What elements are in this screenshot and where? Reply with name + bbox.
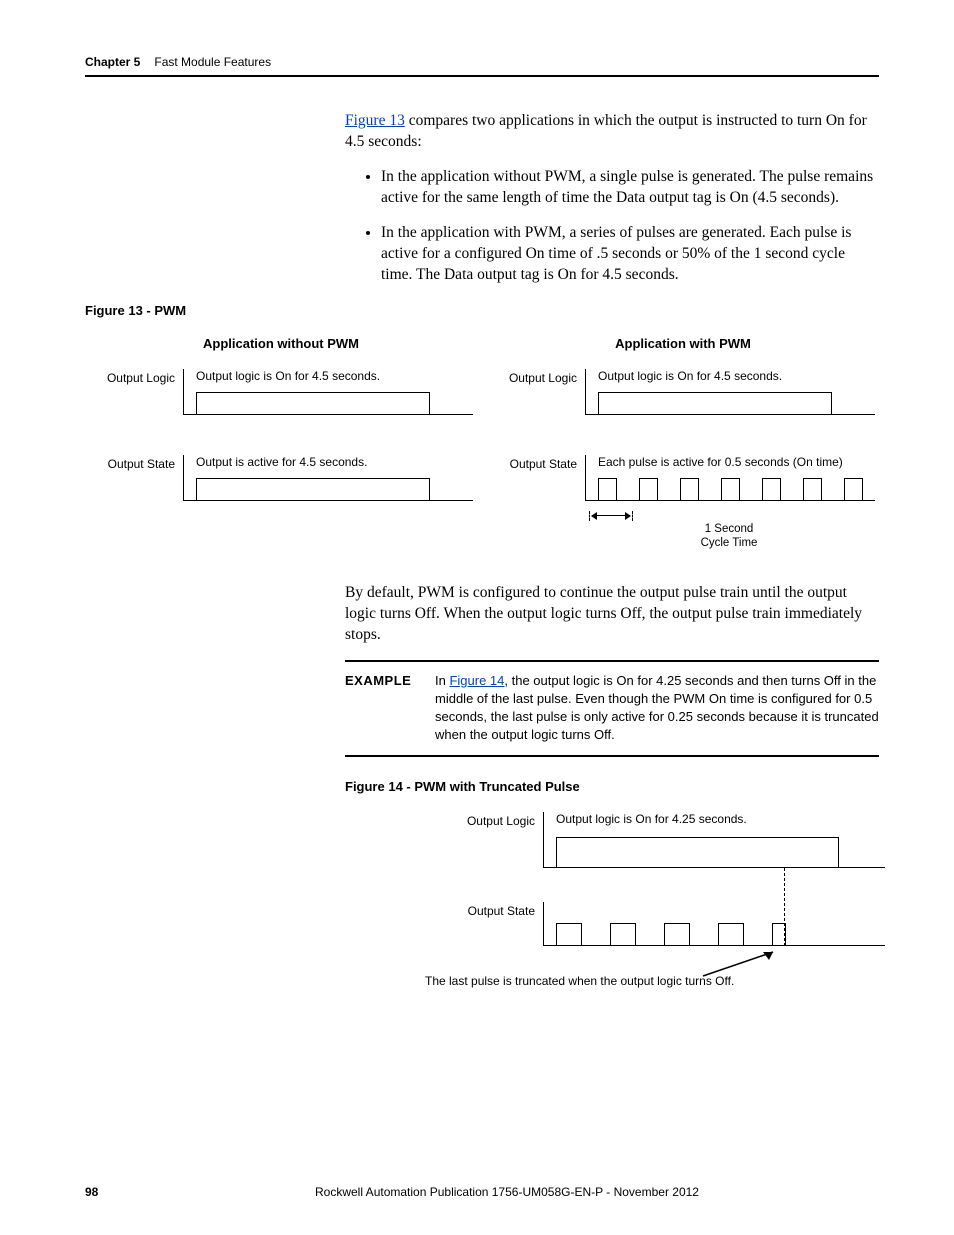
cycle-line1: 1 Second [589,523,869,537]
pulse-icon [844,478,863,501]
header-rule [85,75,879,77]
cycle-time-annotation: 1 Second Cycle Time [589,511,869,551]
figure-13-left: Application without PWM Output Logic Out… [95,336,467,547]
page-footer: 98 Rockwell Automation Publication 1756-… [85,1185,879,1199]
figure-13: Application without PWM Output Logic Out… [95,336,869,547]
fig14-logic-desc: Output logic is On for 4.25 seconds. [556,812,879,826]
figure-14-link[interactable]: Figure 14 [449,673,504,688]
cycle-line2: Cycle Time [589,537,869,551]
example-label: EXAMPLE [345,672,435,745]
fig13-right-state-row: Output State Each pulse is active for 0.… [497,455,869,501]
page: Chapter 5 Fast Module Features Figure 13… [0,0,954,1235]
chapter-title: Fast Module Features [154,55,271,69]
bullet-item: In the application with PWM, a series of… [381,223,879,286]
fig14-state-container: Output State [455,902,879,946]
pulse-icon [803,478,822,501]
fig14-logic-wave: Output logic is On for 4.25 seconds. [543,812,879,868]
figure-13-right: Application with PWM Output Logic Output… [497,336,869,547]
figure-13-link[interactable]: Figure 13 [345,112,405,129]
single-pulse-icon [196,392,430,415]
pulse-icon [718,923,744,946]
pulse-train-icon [598,478,863,501]
figure-14: Output Logic Output logic is On for 4.25… [455,812,879,988]
fig13-right-logic-wave: Output logic is On for 4.5 seconds. [585,369,869,415]
figure-14-caption: Figure 14 - PWM with Truncated Pulse [345,779,879,794]
publication-info: Rockwell Automation Publication 1756-UM0… [315,1185,879,1199]
default-pwm-paragraph: By default, PWM is configured to continu… [345,583,879,646]
output-logic-label: Output Logic [497,369,585,385]
fig13-right-title: Application with PWM [497,336,869,351]
baseline-icon [184,414,473,415]
truncation-note: The last pulse is truncated when the out… [425,974,734,988]
chapter-label: Chapter 5 [85,55,140,69]
single-pulse-icon [556,837,839,868]
pulse-icon [598,478,617,501]
example-text: In Figure 14, the output logic is On for… [435,672,879,745]
single-pulse-icon [598,392,832,415]
figure-13-caption: Figure 13 - PWM [85,303,879,318]
fig13-left-state-wave: Output is active for 4.5 seconds. [183,455,467,501]
double-arrow-icon [589,511,633,521]
pulse-train-icon [556,923,873,946]
pulse-icon [610,923,636,946]
page-number: 98 [85,1185,315,1199]
fig13-left-title: Application without PWM [95,336,467,351]
intro-rest: compares two applications in which the o… [345,112,867,150]
example-box: EXAMPLE In Figure 14, the output logic i… [345,660,879,757]
baseline-icon [586,414,875,415]
arrow-icon [695,946,815,980]
page-header: Chapter 5 Fast Module Features [85,55,879,69]
pulse-icon [680,478,699,501]
output-state-label: Output State [497,455,585,471]
output-logic-label: Output Logic [455,812,543,828]
bullet-item: In the application without PWM, a single… [381,167,879,209]
pulse-icon [721,478,740,501]
example-pre: In [435,673,449,688]
pulse-icon [664,923,690,946]
pulse-icon [639,478,658,501]
fig13-right-state-desc: Each pulse is active for 0.5 seconds (On… [598,455,869,469]
fig13-left-state-desc: Output is active for 4.5 seconds. [196,455,467,469]
truncated-pulse-icon [772,923,786,946]
single-pulse-icon [196,478,430,501]
fig14-state-row: Output State [455,902,879,946]
output-state-label: Output State [455,902,543,918]
fig13-right-logic-row: Output Logic Output logic is On for 4.5 … [497,369,869,415]
bullet-list: In the application without PWM, a single… [345,167,879,286]
pulse-icon [556,923,582,946]
fig13-right-logic-desc: Output logic is On for 4.5 seconds. [598,369,869,383]
baseline-icon [586,500,875,501]
fig13-left-state-row: Output State Output is active for 4.5 se… [95,455,467,501]
fig13-right-state-wave: Each pulse is active for 0.5 seconds (On… [585,455,869,501]
fig13-left-logic-wave: Output logic is On for 4.5 seconds. [183,369,467,415]
output-logic-label: Output Logic [95,369,183,385]
fig13-left-logic-row: Output Logic Output logic is On for 4.5 … [95,369,467,415]
pulse-icon [762,478,781,501]
para2-text: By default, PWM is configured to continu… [345,583,879,646]
intro-paragraph: Figure 13 compares two applications in w… [345,111,879,285]
baseline-icon [544,867,885,868]
baseline-icon [184,500,473,501]
fig14-state-wave [543,902,879,946]
truncation-note-row: The last pulse is truncated when the out… [425,974,879,988]
output-state-label: Output State [95,455,183,471]
fig13-left-logic-desc: Output logic is On for 4.5 seconds. [196,369,467,383]
fig14-logic-row: Output Logic Output logic is On for 4.25… [455,812,879,868]
